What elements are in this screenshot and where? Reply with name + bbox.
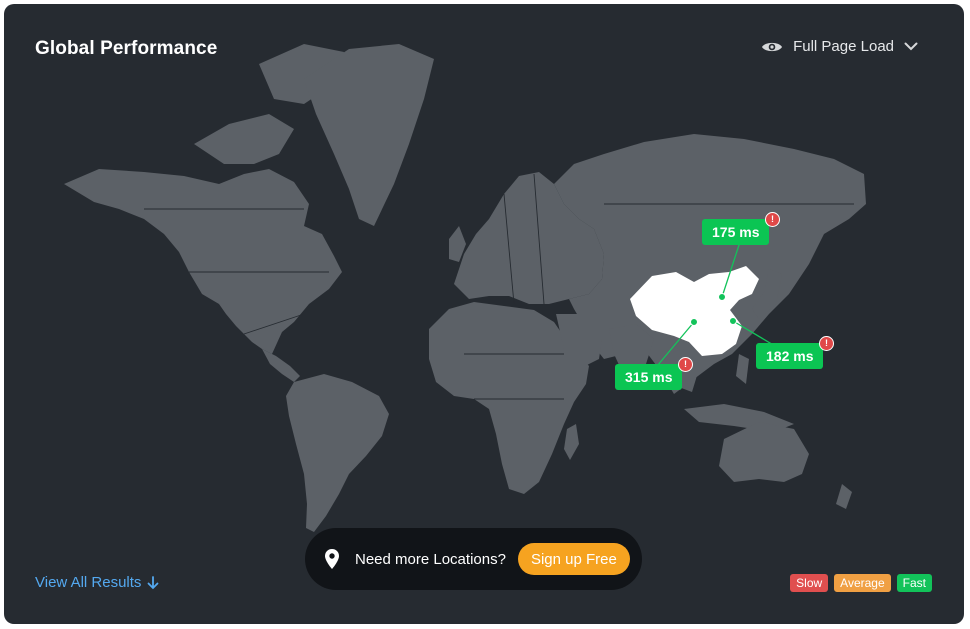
location-dot-175[interactable] <box>718 293 726 301</box>
view-all-results-link[interactable]: View All Results <box>35 574 159 591</box>
alert-icon[interactable]: ! <box>678 357 693 372</box>
map-australia[interactable] <box>719 422 809 482</box>
sign-up-free-button[interactable]: Sign up Free <box>517 543 630 575</box>
eye-icon <box>762 42 783 51</box>
promo-text: Need more Locations? <box>355 550 506 568</box>
metric-label: Full Page Load <box>793 38 894 55</box>
chevron-down-icon <box>904 42 918 51</box>
alert-icon[interactable]: ! <box>765 212 780 227</box>
map-north-america[interactable] <box>64 169 342 354</box>
map-greenland[interactable] <box>304 44 434 226</box>
arrow-down-icon <box>148 575 159 589</box>
location-dot-315[interactable] <box>690 318 698 326</box>
latency-value: 315 ms <box>625 369 673 385</box>
global-performance-card: Global Performance Full Page Load 175 ms… <box>4 4 964 624</box>
latency-marker-175[interactable]: 175 ms <box>702 219 770 245</box>
page-title: Global Performance <box>35 38 218 59</box>
alert-icon[interactable]: ! <box>819 336 834 351</box>
legend: Slow Average Fast <box>790 574 932 592</box>
view-all-label: View All Results <box>35 574 142 591</box>
more-locations-banner: Need more Locations? Sign up Free <box>305 528 642 590</box>
legend-slow: Slow <box>790 574 829 592</box>
map-south-america[interactable] <box>286 374 389 532</box>
legend-average: Average <box>834 574 891 592</box>
location-dot-182[interactable] <box>729 317 737 325</box>
latency-marker-182[interactable]: 182 ms <box>756 343 824 369</box>
location-pin-icon <box>325 549 339 569</box>
latency-value: 182 ms <box>766 348 814 364</box>
latency-value: 175 ms <box>712 224 760 240</box>
latency-marker-315[interactable]: 315 ms <box>615 364 683 390</box>
legend-fast: Fast <box>896 574 932 592</box>
metric-dropdown[interactable]: Full Page Load <box>761 38 918 55</box>
